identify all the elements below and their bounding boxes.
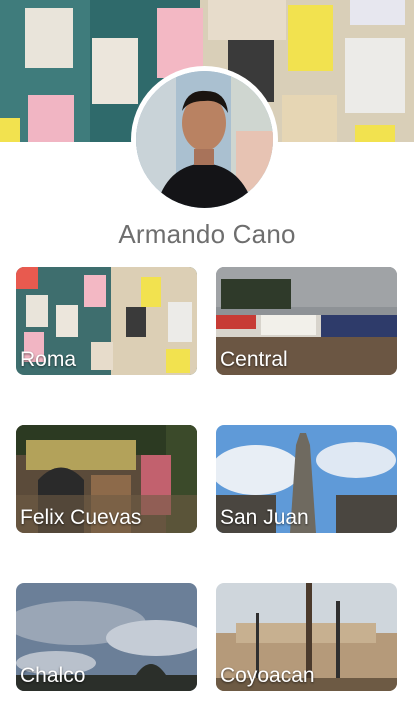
neighborhood-tile-central[interactable]: Central xyxy=(216,267,397,375)
neighborhood-tile-roma[interactable]: Roma xyxy=(16,267,197,375)
neighborhood-tile-chalco[interactable]: Chalco xyxy=(16,583,197,691)
neighborhood-tile-coyoacan[interactable]: Coyoacan xyxy=(216,583,397,691)
tile-label-central: Central xyxy=(220,348,288,371)
tile-label-coyoacan: Coyoacan xyxy=(220,664,315,687)
tile-label-felix-cuevas: Felix Cuevas xyxy=(20,506,142,529)
tile-label-san-juan: San Juan xyxy=(220,506,309,529)
avatar[interactable] xyxy=(136,71,273,208)
tile-label-roma: Roma xyxy=(20,348,77,371)
avatar-photo xyxy=(136,71,273,208)
neighborhood-tile-san-juan[interactable]: San Juan xyxy=(216,425,397,533)
tile-label-chalco: Chalco xyxy=(20,664,86,687)
profile-name: Armando Cano xyxy=(118,219,296,249)
neighborhood-tile-felix-cuevas[interactable]: Felix Cuevas xyxy=(16,425,197,533)
avatar-ring xyxy=(131,66,278,213)
